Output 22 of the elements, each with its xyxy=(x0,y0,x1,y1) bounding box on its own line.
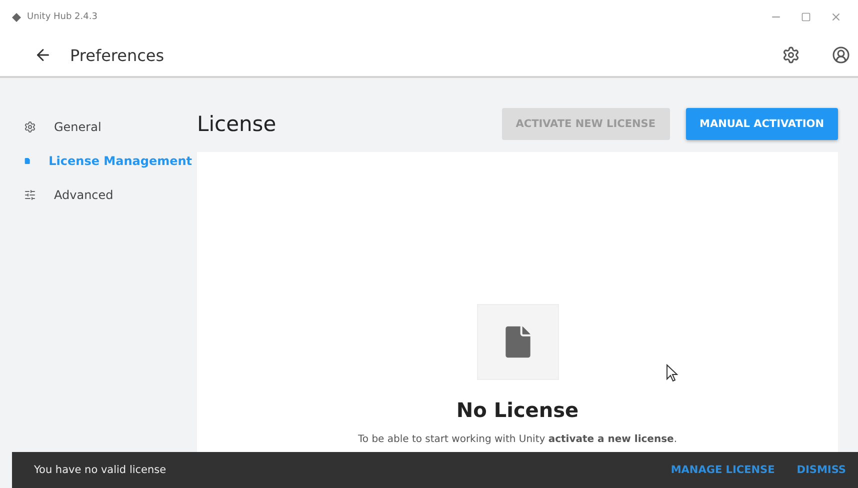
section-title: License xyxy=(197,112,278,136)
sidebar-item[interactable]: General xyxy=(0,112,192,142)
sliders-icon xyxy=(24,189,36,201)
empty-title: No License xyxy=(456,398,579,422)
license-button[interactable]: MANUAL ACTIVATION xyxy=(686,108,838,140)
sidebar-item[interactable]: License Management xyxy=(0,146,192,176)
maximize-icon[interactable] xyxy=(801,12,811,22)
snackbar-message: You have no valid license xyxy=(34,464,168,476)
close-icon[interactable] xyxy=(830,11,842,23)
gear-icon xyxy=(24,121,36,133)
sidebar-item[interactable]: Advanced xyxy=(0,180,192,210)
document-icon xyxy=(24,155,31,167)
window-title: Unity Hub 2.4.3 xyxy=(27,12,98,22)
snackbar-action[interactable]: MANAGE LICENSE xyxy=(670,464,775,476)
app-logo-icon xyxy=(12,12,21,22)
cursor-icon xyxy=(666,364,678,382)
page-heading: Preferences xyxy=(70,46,166,64)
account-icon[interactable] xyxy=(832,46,850,64)
snackbar-action[interactable]: DISMISS xyxy=(796,464,846,476)
settings-icon[interactable] xyxy=(782,46,800,64)
back-button[interactable] xyxy=(34,46,52,64)
empty-message: To be able to start working with Unity activate a new license. xyxy=(358,434,677,445)
